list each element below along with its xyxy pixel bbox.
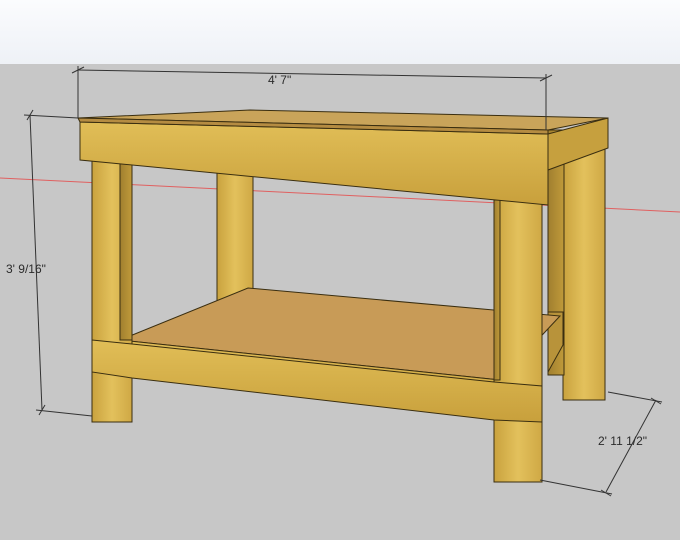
back-right-leg bbox=[562, 129, 606, 401]
front-right-leg-side bbox=[493, 199, 501, 381]
depth-dimension-label: 2' 11 1/2" bbox=[598, 434, 648, 448]
front-top-apron bbox=[79, 121, 549, 206]
width-dimension-label: 4' 7" bbox=[268, 73, 292, 87]
workbench-model[interactable] bbox=[0, 0, 680, 540]
front-right-leg bbox=[493, 199, 543, 483]
front-left-leg-inner bbox=[119, 157, 133, 341]
sketchup-viewport[interactable]: 4' 7" 3' 9/16" 2' 11 1/2" bbox=[0, 0, 680, 540]
height-dimension-label: 3' 9/16" bbox=[6, 262, 46, 276]
